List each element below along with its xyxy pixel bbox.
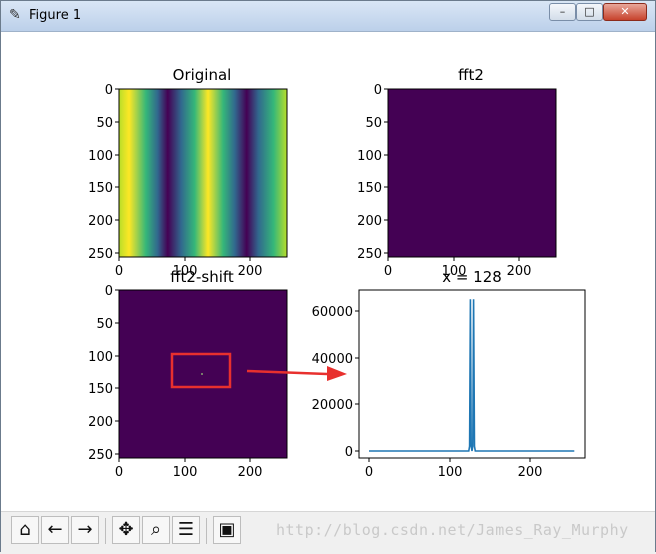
xtick-label: 200 — [238, 465, 263, 480]
axes-frame-slice — [358, 289, 586, 459]
zoom-button[interactable]: ⌕ — [142, 516, 170, 544]
heatmap-fft2 — [387, 88, 557, 258]
xtick-label: 0 — [365, 465, 373, 480]
ytick-label: 100 — [88, 149, 113, 164]
back-button[interactable]: ← — [41, 516, 69, 544]
toolbar-separator — [206, 518, 207, 544]
ytick-label: 100 — [357, 149, 382, 164]
xtick-label: 100 — [173, 465, 198, 480]
figure-window: ✎ Figure 1 – □ ✕ Original 0 50 100 150 2… — [0, 0, 656, 554]
home-icon: ⌂ — [19, 519, 31, 540]
heatmap-fft2-shift — [118, 289, 288, 459]
subplot-slice: x = 128 0 20000 40000 60000 0 100 200 — [312, 268, 586, 480]
ytick-label: 250 — [88, 247, 113, 262]
ytick-label: 200 — [88, 415, 113, 430]
ytick-label: 0 — [374, 83, 382, 98]
xtick-label: 0 — [115, 264, 123, 279]
maximize-icon: □ — [584, 5, 595, 18]
ytick-label: 50 — [96, 116, 113, 131]
window-title: Figure 1 — [29, 8, 82, 23]
ytick-label: 0 — [345, 445, 353, 460]
ytick-label: 50 — [96, 317, 113, 332]
subplot-title-fft2-shift: fft2-shift — [170, 268, 234, 286]
subplot-title-fft2: fft2 — [458, 66, 484, 84]
yticks-fft2: 0 50 100 150 200 250 — [357, 83, 388, 262]
ytick-label: 50 — [365, 116, 382, 131]
minimize-button[interactable]: – — [549, 3, 576, 21]
subplot-fft2-shift: fft2-shift 0 50 100 150 200 250 0 100 20… — [88, 268, 288, 480]
heatmap-original — [119, 89, 287, 257]
ytick-label: 20000 — [312, 398, 353, 413]
figure-svg: Original 0 50 100 150 200 250 0 100 200 — [88, 66, 586, 480]
minimize-icon: – — [559, 5, 566, 18]
subplot-original: Original 0 50 100 150 200 250 0 100 200 — [88, 66, 288, 279]
zoom-icon: ⌕ — [150, 519, 162, 540]
xticks-slice: 0 100 200 — [365, 458, 543, 480]
watermark-text: http://blog.csdn.net/James_Ray_Murphy — [276, 521, 629, 539]
xtick-label: 200 — [518, 465, 543, 480]
xtick-label: 100 — [438, 465, 463, 480]
center-peak-point — [201, 373, 203, 375]
forward-button[interactable]: → — [71, 516, 99, 544]
configure-subplots-button[interactable]: ☰ — [172, 516, 200, 544]
yticks-slice: 0 20000 40000 60000 — [312, 305, 359, 460]
ytick-label: 250 — [357, 247, 382, 262]
xtick-label: 0 — [115, 465, 123, 480]
configure-subplots-icon: ☰ — [177, 519, 195, 540]
ytick-label: 0 — [105, 83, 113, 98]
maximize-button[interactable]: □ — [576, 3, 603, 21]
forward-arrow-icon: → — [77, 519, 93, 540]
figure-canvas[interactable]: Original 0 50 100 150 200 250 0 100 200 — [9, 32, 649, 512]
home-button[interactable]: ⌂ — [11, 516, 39, 544]
ytick-label: 150 — [88, 181, 113, 196]
pan-icon: ✥ — [118, 519, 134, 540]
ytick-label: 200 — [88, 214, 113, 229]
yticks-original: 0 50 100 150 200 250 — [88, 83, 119, 262]
title-bar: ✎ Figure 1 – □ ✕ — [1, 1, 655, 32]
subplot-title-original: Original — [173, 66, 232, 84]
ytick-label: 60000 — [312, 305, 353, 320]
close-button[interactable]: ✕ — [603, 3, 647, 21]
ytick-label: 200 — [357, 214, 382, 229]
back-arrow-icon: ← — [47, 519, 63, 540]
ytick-label: 40000 — [312, 352, 353, 367]
ytick-label: 250 — [88, 448, 113, 463]
toolbar-separator — [105, 518, 106, 544]
subplot-title-slice: x = 128 — [442, 268, 502, 286]
xticks-fft2-shift: 0 100 200 — [115, 458, 263, 480]
ytick-label: 0 — [105, 284, 113, 299]
xtick-label: 0 — [384, 264, 392, 279]
subplot-fft2: fft2 0 50 100 150 200 250 0 100 200 — [357, 66, 557, 279]
xtick-label: 200 — [507, 264, 532, 279]
save-icon: ▣ — [218, 519, 236, 540]
close-icon: ✕ — [620, 5, 630, 18]
ytick-label: 150 — [88, 382, 113, 397]
pan-button[interactable]: ✥ — [112, 516, 140, 544]
ytick-label: 100 — [88, 350, 113, 365]
save-button[interactable]: ▣ — [213, 516, 241, 544]
yticks-fft2-shift: 0 50 100 150 200 250 — [88, 284, 119, 463]
ytick-label: 150 — [357, 181, 382, 196]
feather-icon: ✎ — [9, 7, 21, 23]
xtick-label: 200 — [238, 264, 263, 279]
